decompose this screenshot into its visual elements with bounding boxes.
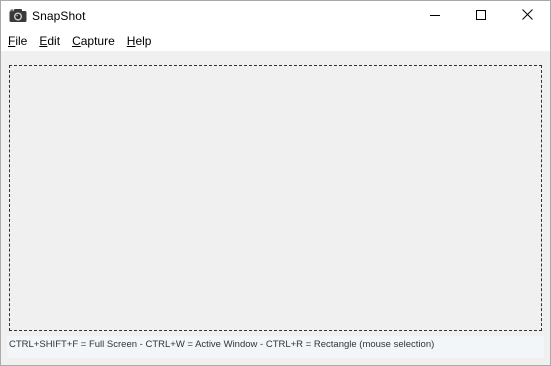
window-title: SnapShot — [32, 9, 86, 23]
menu-help[interactable]: Help — [121, 31, 158, 51]
menu-capture-mnemonic: C — [72, 34, 81, 48]
menu-capture-label: apture — [80, 34, 115, 48]
menu-file-label: ile — [15, 34, 28, 48]
minimize-button[interactable] — [412, 1, 458, 31]
close-icon — [521, 7, 533, 25]
title-bar[interactable]: SnapShot — [1, 1, 550, 31]
camera-icon — [9, 8, 27, 23]
shortcut-hint-text: CTRL+SHIFT+F = Full Screen - CTRL+W = Ac… — [9, 339, 435, 350]
menu-capture[interactable]: Capture — [66, 31, 121, 51]
menu-edit-label: dit — [47, 34, 61, 48]
menu-file[interactable]: File — [2, 31, 33, 51]
maximize-button[interactable] — [458, 1, 504, 31]
close-button[interactable] — [504, 1, 550, 31]
menu-bar: File Edit Capture Help — [1, 31, 550, 51]
capture-area[interactable] — [9, 65, 542, 331]
app-window: SnapShot File Edit Capture Help CTRL+SHI… — [0, 0, 551, 366]
maximize-icon — [476, 7, 486, 25]
minimize-icon — [430, 7, 440, 25]
client-area: CTRL+SHIFT+F = Full Screen - CTRL+W = Ac… — [1, 51, 550, 365]
menu-edit[interactable]: Edit — [33, 31, 66, 51]
menu-help-label: elp — [135, 34, 152, 48]
status-bar: CTRL+SHIFT+F = Full Screen - CTRL+W = Ac… — [7, 336, 544, 358]
